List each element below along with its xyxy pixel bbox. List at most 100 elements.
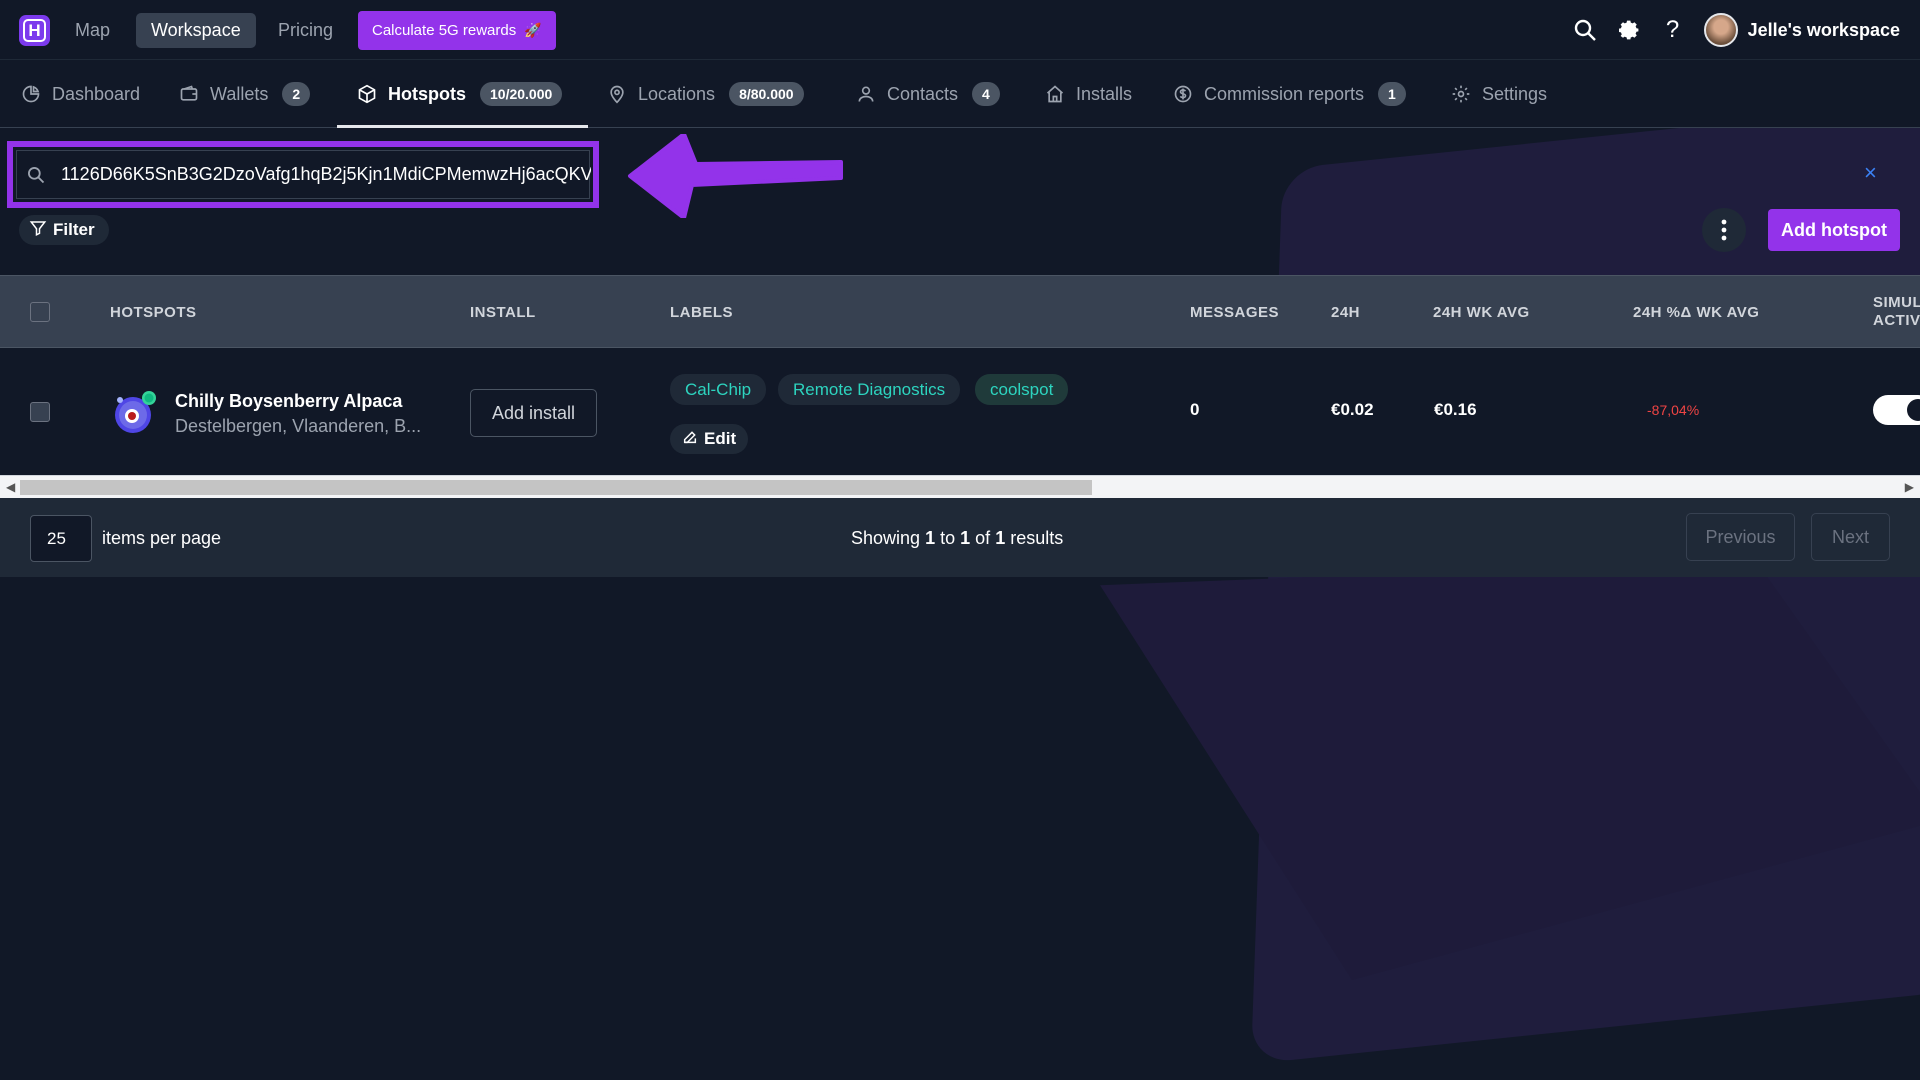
filter-label: Filter bbox=[53, 220, 95, 239]
column-header-simulated-line2: ACTIV bbox=[1873, 312, 1920, 329]
tab-label: Wallets bbox=[210, 83, 269, 104]
select-all-checkbox[interactable] bbox=[30, 302, 50, 322]
table-header: HOTSPOTS INSTALL LABELS MESSAGES 24H 24H… bbox=[0, 275, 1920, 347]
tab-label: Dashboard bbox=[52, 83, 141, 104]
of-word: of bbox=[975, 528, 991, 548]
close-icon[interactable]: × bbox=[1864, 160, 1877, 186]
top-navigation-bar: H Map Workspace Pricing Calculate 5G rew… bbox=[0, 0, 1920, 60]
results-to: 1 bbox=[960, 528, 971, 548]
column-header-install[interactable]: INSTALL bbox=[470, 276, 536, 348]
search-icon bbox=[26, 165, 46, 190]
column-header-simulated-line1: SIMUL bbox=[1873, 294, 1920, 311]
avatar[interactable] bbox=[1703, 13, 1738, 47]
tab-badge: 2 bbox=[282, 82, 311, 106]
column-header-24h[interactable]: 24H bbox=[1331, 276, 1360, 348]
edit-label: Edit bbox=[704, 429, 737, 448]
label-remote-diagnostics[interactable]: Remote Diagnostics bbox=[778, 374, 961, 405]
results-total: 1 bbox=[995, 528, 1006, 548]
row-checkbox[interactable] bbox=[30, 402, 50, 422]
column-header-24h-pct-wk-avg[interactable]: 24H %Δ WK AVG bbox=[1633, 276, 1759, 348]
nav-map[interactable]: Map bbox=[60, 13, 125, 48]
table-row[interactable]: Chilly Boysenberry Alpaca Destelbergen, … bbox=[0, 347, 1920, 475]
tab-settings[interactable]: Settings bbox=[1450, 60, 1547, 128]
help-icon[interactable]: ? bbox=[1660, 16, 1686, 43]
tab-dashboard[interactable]: Dashboard bbox=[20, 60, 140, 128]
tab-label: Settings bbox=[1482, 83, 1548, 104]
24h-value: €0.02 bbox=[1331, 400, 1374, 419]
hotspot-name[interactable]: Chilly Boysenberry Alpaca bbox=[175, 391, 402, 412]
toggle-knob bbox=[1907, 399, 1920, 421]
tab-badge: 10/20.000 bbox=[480, 82, 563, 106]
calculate-rewards-button[interactable]: Calculate 5G rewards 🚀 bbox=[358, 11, 556, 50]
rocket-icon: 🚀 bbox=[524, 22, 542, 38]
hotspot-avatar bbox=[115, 391, 156, 433]
tab-label: Commission reports bbox=[1204, 83, 1365, 104]
nav-workspace[interactable]: Workspace bbox=[136, 13, 256, 48]
column-header-messages[interactable]: MESSAGES bbox=[1190, 276, 1279, 348]
results-word: results bbox=[1010, 528, 1064, 548]
results-from: 1 bbox=[925, 528, 936, 548]
logo-letter: H bbox=[23, 19, 46, 42]
tab-wallets[interactable]: Wallets 2 bbox=[178, 60, 311, 128]
tab-label: Locations bbox=[638, 83, 716, 104]
search-highlight-box bbox=[7, 141, 599, 208]
filter-icon bbox=[29, 219, 47, 242]
gear-icon bbox=[1450, 83, 1472, 105]
showing-prefix: Showing bbox=[851, 528, 921, 548]
add-hotspot-button[interactable]: Add hotspot bbox=[1768, 209, 1900, 251]
tab-bar: Dashboard Wallets 2 Hotspots 10/20.000 L… bbox=[0, 60, 1920, 128]
tab-badge: 4 bbox=[972, 82, 1000, 106]
select-all-cell bbox=[30, 276, 50, 348]
simulated-active-toggle[interactable] bbox=[1873, 395, 1920, 425]
previous-page-button[interactable]: Previous bbox=[1686, 513, 1795, 561]
column-header-labels[interactable]: LABELS bbox=[670, 276, 733, 348]
app-logo[interactable]: H bbox=[19, 15, 50, 46]
horizontal-scrollbar[interactable]: ◀ ▶ bbox=[0, 475, 1920, 498]
cube-icon bbox=[356, 83, 378, 105]
column-header-simulated-active[interactable]: SIMUL ACTIV bbox=[1873, 276, 1920, 348]
tab-label: Contacts bbox=[887, 83, 959, 104]
next-page-button[interactable]: Next bbox=[1811, 513, 1890, 561]
kebab-icon bbox=[1721, 219, 1727, 241]
pie-chart-icon bbox=[20, 83, 42, 105]
tab-locations[interactable]: Locations 8/80.000 bbox=[606, 60, 804, 128]
filter-button[interactable]: Filter bbox=[19, 215, 109, 245]
24h-wk-avg-value: €0.16 bbox=[1434, 400, 1477, 419]
active-tab-indicator bbox=[337, 125, 588, 128]
workspace-name[interactable]: Jelle's workspace bbox=[1748, 20, 1900, 41]
add-install-button[interactable]: Add install bbox=[470, 389, 597, 437]
search-icon[interactable] bbox=[1572, 17, 1598, 43]
tab-commission-reports[interactable]: Commission reports 1 bbox=[1172, 60, 1406, 128]
nav-pricing[interactable]: Pricing bbox=[263, 13, 348, 48]
arrow-icon bbox=[628, 134, 843, 218]
tab-label: Hotspots bbox=[388, 83, 466, 104]
scroll-left-icon[interactable]: ◀ bbox=[6, 480, 15, 494]
24h-pct-wk-avg-value: -87,04% bbox=[1647, 402, 1700, 418]
items-per-page-label: items per page bbox=[102, 528, 222, 548]
messages-value: 0 bbox=[1190, 400, 1200, 419]
gear-icon[interactable] bbox=[1616, 17, 1642, 43]
location-pin-icon bbox=[606, 83, 628, 105]
column-header-hotspots[interactable]: HOTSPOTS bbox=[110, 276, 197, 348]
tab-contacts[interactable]: Contacts 4 bbox=[855, 60, 1000, 128]
scroll-right-icon[interactable]: ▶ bbox=[1905, 480, 1914, 494]
tab-badge: 8/80.000 bbox=[729, 82, 804, 106]
to-word: to bbox=[940, 528, 956, 548]
user-icon bbox=[855, 83, 877, 105]
label-cal-chip[interactable]: Cal-Chip bbox=[670, 374, 767, 405]
wallet-icon bbox=[178, 83, 200, 105]
calculate-rewards-label: Calculate 5G rewards bbox=[372, 22, 517, 39]
home-icon bbox=[1044, 83, 1066, 105]
search-input[interactable] bbox=[61, 159, 591, 189]
column-header-24h-wk-avg[interactable]: 24H WK AVG bbox=[1433, 276, 1530, 348]
tab-label: Installs bbox=[1076, 83, 1133, 104]
edit-labels-button[interactable]: Edit bbox=[670, 424, 749, 454]
tab-badge: 1 bbox=[1378, 82, 1406, 106]
label-coolspot[interactable]: coolspot bbox=[975, 374, 1069, 405]
items-per-page-input[interactable]: 25 bbox=[30, 515, 92, 562]
tab-installs[interactable]: Installs bbox=[1044, 60, 1132, 128]
tab-hotspots[interactable]: Hotspots 10/20.000 bbox=[356, 60, 563, 128]
scrollbar-thumb[interactable] bbox=[20, 480, 1092, 495]
more-options-button[interactable] bbox=[1702, 208, 1746, 252]
edit-icon bbox=[682, 429, 698, 450]
